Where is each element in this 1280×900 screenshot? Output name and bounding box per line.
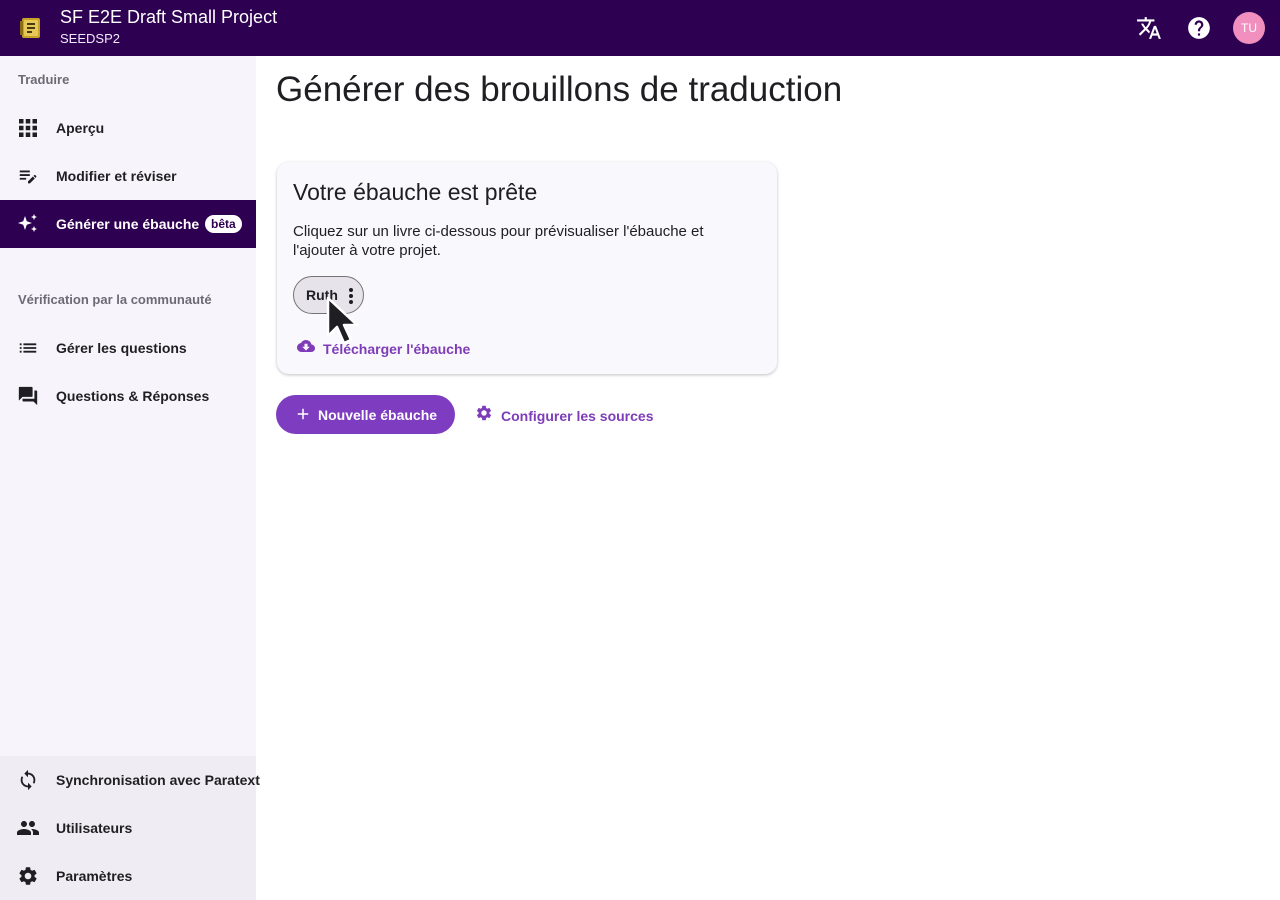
forum-icon bbox=[16, 384, 40, 408]
section-label-community: Vérification par la communauté bbox=[18, 292, 212, 307]
sidebar-item-questions-answers[interactable]: Questions & Réponses bbox=[0, 372, 256, 420]
sidebar-item-users[interactable]: Utilisateurs bbox=[0, 804, 256, 852]
download-draft-button[interactable]: Télécharger l'ébauche bbox=[297, 337, 470, 360]
help-icon[interactable] bbox=[1185, 14, 1213, 42]
sidebar-item-label: Utilisateurs bbox=[56, 820, 133, 836]
sidebar-item-label: Synchronisation avec Paratext bbox=[56, 772, 260, 788]
sidebar-item-label: Gérer les questions bbox=[56, 340, 187, 356]
gear-icon bbox=[16, 864, 40, 888]
sparkle-icon bbox=[16, 212, 40, 236]
configure-sources-label: Configurer les sources bbox=[501, 407, 654, 424]
app-header: SF E2E Draft Small Project SEEDSP2 TU bbox=[0, 0, 1280, 56]
section-label-translate: Traduire bbox=[18, 72, 70, 87]
project-title: SF E2E Draft Small Project bbox=[60, 7, 278, 27]
configure-sources-button[interactable]: Configurer les sources bbox=[475, 404, 654, 427]
list-icon bbox=[16, 336, 40, 360]
book-chip-label: Ruth bbox=[306, 287, 338, 303]
book-chip-ruth[interactable]: Ruth bbox=[293, 276, 364, 314]
sidebar-item-label: Questions & Réponses bbox=[56, 388, 210, 404]
sidebar-item-manage-questions[interactable]: Gérer les questions bbox=[0, 324, 256, 372]
sidebar: Traduire Aperçu Modifier et réviser Géné… bbox=[0, 56, 260, 900]
card-description: Cliquez sur un livre ci-dessous pour pré… bbox=[293, 223, 704, 259]
new-draft-button[interactable]: Nouvelle ébauche bbox=[276, 395, 455, 434]
download-draft-label: Télécharger l'ébauche bbox=[323, 340, 471, 357]
user-avatar[interactable]: TU bbox=[1233, 12, 1265, 44]
sidebar-item-label: Modifier et réviser bbox=[56, 168, 177, 184]
project-info[interactable]: SF E2E Draft Small Project SEEDSP2 bbox=[60, 6, 277, 48]
cloud-download-icon bbox=[297, 337, 315, 360]
card-title: Votre ébauche est prête bbox=[293, 179, 538, 205]
app-logo-icon[interactable] bbox=[19, 16, 43, 40]
translate-icon[interactable] bbox=[1135, 14, 1163, 42]
sidebar-item-overview[interactable]: Aperçu bbox=[0, 104, 256, 152]
beta-badge: bêta bbox=[205, 215, 242, 233]
sidebar-item-settings[interactable]: Paramètres bbox=[0, 852, 256, 900]
sidebar-item-label: Générer une ébauche bbox=[56, 216, 200, 232]
sidebar-item-sync[interactable]: Synchronisation avec Paratext bbox=[0, 756, 260, 804]
page-title: Générer des brouillons de traduction bbox=[276, 70, 843, 109]
project-code: SEEDSP2 bbox=[60, 31, 120, 46]
plus-icon bbox=[294, 405, 312, 426]
sidebar-item-label: Aperçu bbox=[56, 120, 105, 136]
sidebar-item-generate-draft[interactable]: Générer une ébauche bêta bbox=[0, 200, 256, 248]
gear-icon bbox=[475, 404, 493, 427]
new-draft-label: Nouvelle ébauche bbox=[318, 406, 438, 423]
draft-ready-card: Votre ébauche est prête Cliquez sur un l… bbox=[277, 162, 777, 374]
sidebar-bottom-section: Synchronisation avec Paratext Utilisateu… bbox=[0, 756, 260, 900]
more-vert-icon[interactable] bbox=[344, 286, 358, 306]
sidebar-item-edit-review[interactable]: Modifier et réviser bbox=[0, 152, 256, 200]
sync-icon bbox=[16, 768, 40, 792]
edit-notes-icon bbox=[16, 164, 40, 188]
sidebar-item-label: Paramètres bbox=[56, 868, 133, 884]
grid-icon bbox=[16, 116, 40, 140]
people-icon bbox=[16, 816, 40, 840]
